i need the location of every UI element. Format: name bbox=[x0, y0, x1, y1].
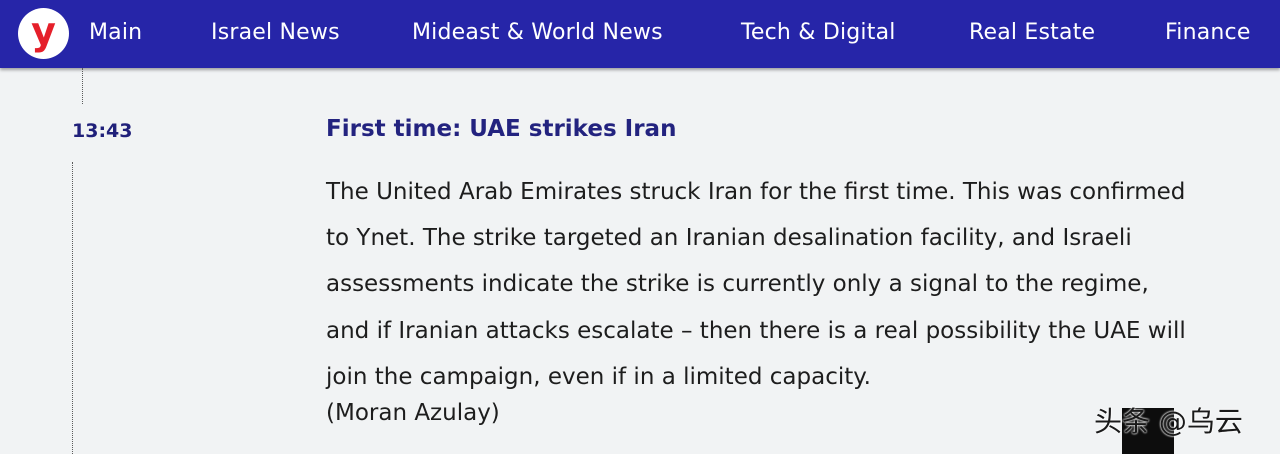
article-byline: (Moran Azulay) bbox=[326, 400, 500, 426]
watermark-text: 头条 @乌云 bbox=[1094, 405, 1243, 438]
ynet-logo[interactable]: y bbox=[18, 8, 69, 59]
article-timestamp: 13:43 bbox=[72, 120, 133, 142]
nav-item-tech-digital[interactable]: Tech & Digital bbox=[741, 20, 896, 45]
top-navigation-bar: y Main Israel News Mideast & World News … bbox=[0, 0, 1280, 68]
nav-item-finance[interactable]: Finance bbox=[1165, 20, 1251, 45]
article-headline[interactable]: First time: UAE strikes Iran bbox=[326, 116, 676, 142]
article-body-line: join the campaign, even if in a limited … bbox=[326, 363, 871, 390]
article-body: The United Arab Emirates struck Iran for… bbox=[326, 169, 1266, 400]
article-body-line: to Ynet. The strike targeted an Iranian … bbox=[326, 225, 1132, 252]
logo-letter: y bbox=[31, 8, 56, 53]
article-body-line: assessments indicate the strike is curre… bbox=[326, 271, 1149, 298]
nav-item-main[interactable]: Main bbox=[89, 20, 142, 45]
article-body-line: The United Arab Emirates struck Iran for… bbox=[326, 179, 1186, 205]
timeline-divider bbox=[72, 162, 73, 454]
article-body-line: and if Iranian attacks escalate – then t… bbox=[326, 317, 1186, 344]
nav-item-israel-news[interactable]: Israel News bbox=[211, 20, 340, 45]
timeline-divider-top bbox=[82, 68, 83, 104]
nav-item-real-estate[interactable]: Real Estate bbox=[969, 20, 1095, 45]
nav-item-mideast-world-news[interactable]: Mideast & World News bbox=[412, 20, 663, 45]
